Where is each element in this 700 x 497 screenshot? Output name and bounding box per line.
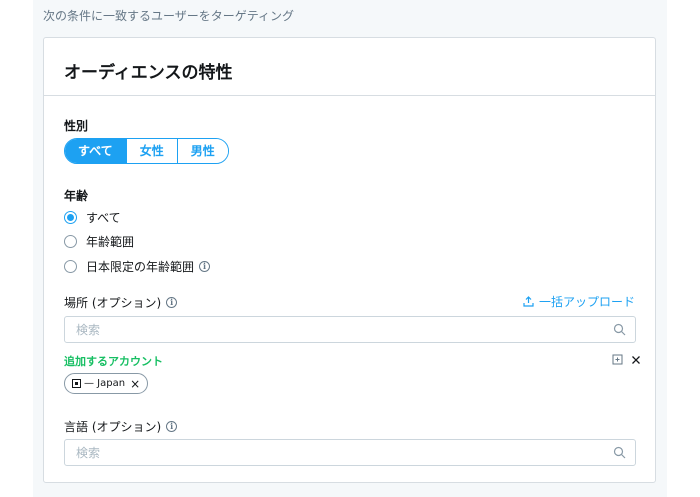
chip-remove-icon[interactable]: × — [130, 377, 140, 391]
gender-all-button[interactable]: すべて — [65, 139, 127, 163]
language-search-input[interactable] — [65, 440, 595, 465]
language-label: 言語 (オプション) — [64, 420, 162, 434]
age-option-all[interactable]: すべて — [64, 209, 121, 226]
location-label-row: 場所 (オプション) i — [64, 294, 178, 311]
bulk-upload-label: 一括アップロード — [538, 295, 635, 309]
gender-segmented-control: すべて 女性 男性 — [64, 138, 229, 164]
targeting-header: 次の条件に一致するユーザーをターゲティング — [43, 9, 295, 23]
gender-male-button[interactable]: 男性 — [177, 139, 228, 163]
radio-button[interactable] — [64, 211, 77, 224]
audience-card: オーディエンスの特性 性別 すべて 女性 男性 年齢 すべて 年齢範囲 日本限定… — [43, 37, 656, 483]
info-icon[interactable]: i — [166, 421, 178, 432]
info-icon[interactable]: i — [166, 297, 178, 308]
upload-icon — [523, 296, 534, 307]
location-chip: — Japan × — [64, 373, 149, 394]
gender-label: 性別 — [64, 119, 89, 133]
age-option-label: 日本限定の年齢範囲 — [86, 260, 195, 274]
age-option-label: すべて — [86, 211, 121, 225]
added-actions — [612, 354, 641, 365]
radio-button[interactable] — [64, 260, 77, 273]
location-search-field — [64, 316, 636, 343]
age-option-japan-range[interactable]: 日本限定の年齢範囲 i — [64, 258, 211, 275]
chip-label: — Japan — [84, 378, 126, 389]
radio-button[interactable] — [64, 235, 77, 248]
age-option-range[interactable]: 年齢範囲 — [64, 233, 134, 250]
gender-female-button[interactable]: 女性 — [126, 139, 178, 163]
close-icon[interactable] — [631, 355, 641, 365]
search-icon — [613, 323, 626, 336]
added-accounts-label: 追加するアカウント — [64, 355, 163, 368]
bulk-upload-button[interactable]: 一括アップロード — [523, 293, 635, 310]
search-icon — [613, 446, 626, 459]
language-label-row: 言語 (オプション) i — [64, 418, 178, 435]
flag-icon — [72, 379, 81, 388]
card-divider — [44, 95, 655, 96]
age-option-label: 年齢範囲 — [86, 235, 135, 249]
card-title: オーディエンスの特性 — [64, 63, 233, 83]
location-search-input[interactable] — [65, 317, 595, 342]
copy-icon[interactable] — [612, 354, 623, 365]
location-label: 場所 (オプション) — [64, 296, 162, 310]
age-label: 年齢 — [64, 189, 89, 203]
language-search-field — [64, 439, 636, 466]
info-icon[interactable]: i — [199, 261, 211, 272]
